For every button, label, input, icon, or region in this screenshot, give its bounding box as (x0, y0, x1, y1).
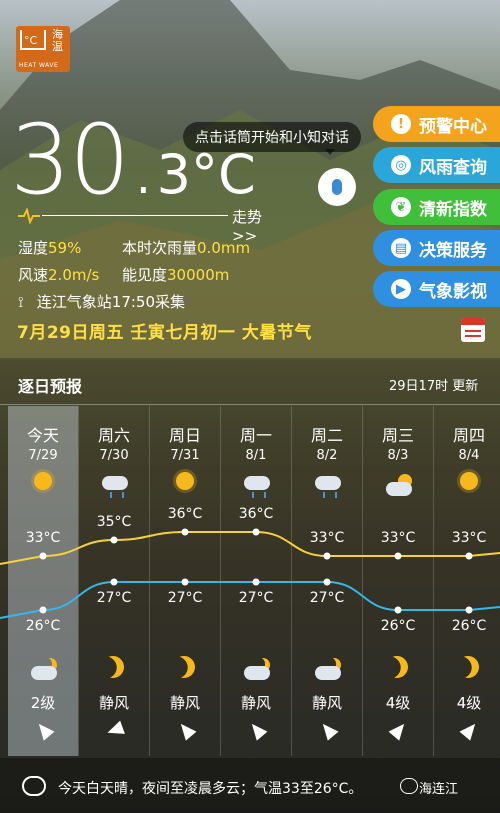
leaf-icon: ❦ (391, 197, 411, 217)
microphone-button[interactable] (318, 168, 356, 206)
side-menu-label: 决策服务 (419, 240, 487, 261)
low-temp-curve-point (465, 606, 473, 614)
high-temp-curve-point (394, 552, 402, 560)
high-temp-curve-point (181, 528, 189, 536)
side-menu-label: 预警中心 (419, 116, 487, 137)
low-temp-curve-point (323, 578, 331, 586)
document-icon: ▤ (391, 238, 411, 258)
pulse-icon (18, 208, 40, 224)
warning-icon: ! (391, 114, 411, 134)
temp-fraction: 3°C (156, 143, 256, 206)
station-row: ⟟ 连江气象站17:50采集 (18, 293, 186, 311)
side-menu-leaf[interactable]: ❦ 清新指数 (373, 189, 500, 225)
high-temp-curve-point (465, 552, 473, 560)
calendar-icon[interactable] (461, 318, 485, 342)
signal-tower-icon: ⟟ (18, 293, 24, 311)
low-temp-curve (0, 581, 500, 619)
wechat-icon (400, 778, 418, 794)
low-temp-curve-point (252, 578, 260, 586)
source-label: 海连江 (419, 782, 459, 797)
low-temp-curve-point (110, 578, 118, 586)
high-temp-curve-point (252, 528, 260, 536)
summary-text: 今天白天晴，夜间至凌晨多云；气温33至26°C。 (58, 781, 363, 797)
high-temp-curve-point (110, 536, 118, 544)
side-menu-radar[interactable]: ◎ 风雨查询 (373, 147, 500, 183)
side-menu-label: 风雨查询 (419, 157, 487, 178)
radar-icon: ◎ (391, 155, 411, 175)
forecast-title: 逐日预报 (18, 377, 83, 396)
divider (0, 404, 500, 405)
high-temp-curve-point (39, 552, 47, 560)
date-line: 7月29日周五 壬寅七月初一 大暑节气 (17, 323, 312, 343)
temperature-curves (0, 528, 500, 619)
high-temp-curve (0, 531, 500, 565)
forecast-updated: 29日17时 更新 (389, 379, 479, 394)
low-temp-curve-point (39, 606, 47, 614)
voice-hint-bubble: 点击话筒开始和小知对话 (183, 122, 361, 155)
side-menu-tv[interactable]: ▶ 气象影视 (373, 271, 500, 307)
low-temp-curve-point (394, 606, 402, 614)
temp-integer: 30. (10, 104, 159, 216)
side-menu-label: 气象影视 (419, 281, 487, 302)
visibility-row: 能见度30000m (122, 266, 230, 284)
side-menu-warning[interactable]: ! 预警中心 (373, 106, 500, 142)
low-temp-curve-point (181, 578, 189, 586)
trend-link[interactable]: 走势>> (18, 208, 278, 245)
side-menu-label: 清新指数 (419, 199, 487, 220)
humidity-row: 湿度59% (18, 239, 82, 257)
chat-icon (22, 776, 46, 796)
high-temp-curve-point (323, 552, 331, 560)
app-logo: °C 海温 HEAT WAVE (16, 26, 70, 72)
tv-icon: ▶ (391, 279, 411, 299)
summary-bar: 今天白天晴，夜间至凌晨多云；气温33至26°C。 海连江 (0, 758, 500, 813)
microphone-icon (332, 179, 342, 195)
side-menu-document[interactable]: ▤ 决策服务 (373, 230, 500, 266)
rainfall-row: 本时次雨量0.0mm (122, 239, 251, 257)
wind-row: 风速2.0m/s (18, 266, 100, 284)
